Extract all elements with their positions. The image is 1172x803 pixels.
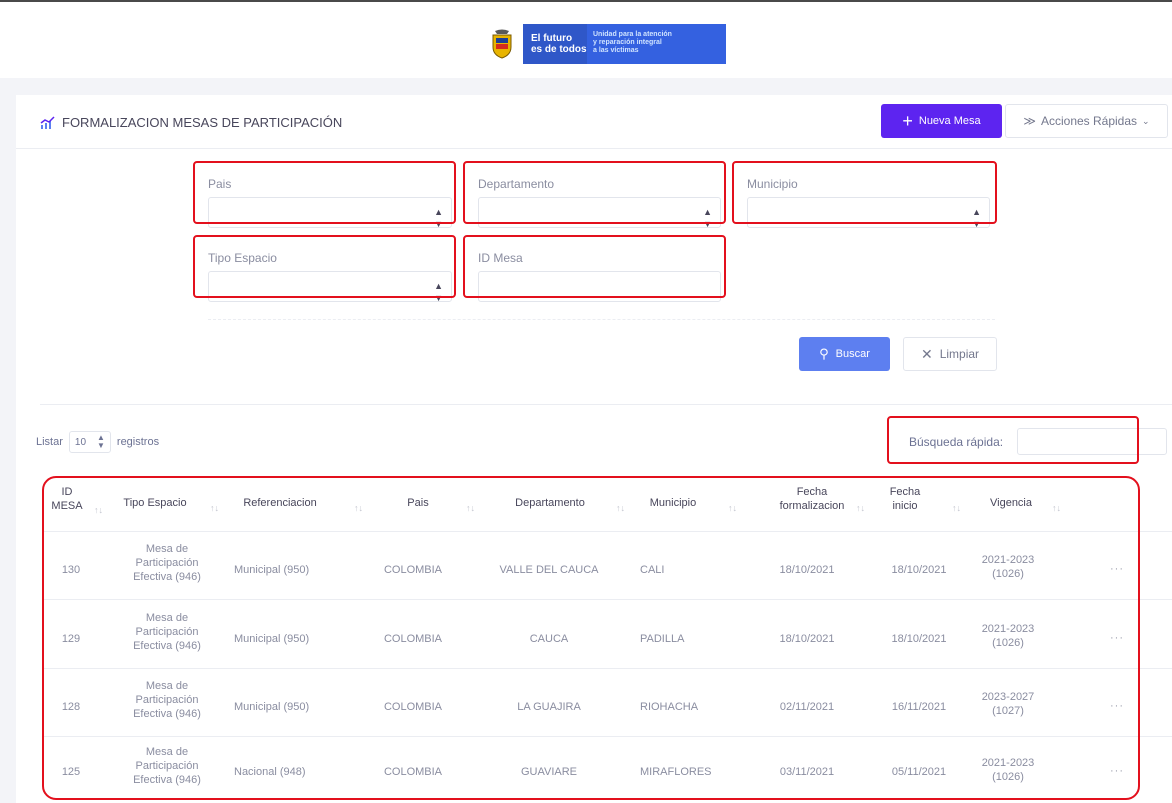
search-button[interactable]: ⚲ Buscar xyxy=(799,337,890,371)
banner-entity-name: Unidad para la atención y reparación int… xyxy=(587,24,726,64)
quick-actions-button[interactable]: ≫ Acciones Rápidas ⌄ xyxy=(1005,104,1168,138)
list-label: Listar xyxy=(36,436,63,448)
search-label: Buscar xyxy=(835,348,870,360)
new-mesa-label: Nueva Mesa xyxy=(918,115,981,127)
clear-button[interactable]: ✕ Limpiar xyxy=(903,337,997,371)
section-divider xyxy=(40,404,1172,405)
coat-of-arms-icon xyxy=(481,24,523,64)
page-title-text: FORMALIZACION MESAS DE PARTICIPACIÓN xyxy=(62,115,343,130)
plus-icon: + xyxy=(902,111,913,131)
municipio-highlight xyxy=(732,161,997,224)
page-title: FORMALIZACION MESAS DE PARTICIPACIÓN xyxy=(40,115,342,130)
tipo-espacio-highlight xyxy=(193,235,456,298)
gov-banner: El futuro es de todos Unidad para la ate… xyxy=(481,24,726,64)
clear-label: Limpiar xyxy=(939,347,980,361)
double-chevron-icon: ≫ xyxy=(1023,114,1036,128)
search-icon: ⚲ xyxy=(819,346,829,361)
chevron-down-icon: ⌄ xyxy=(1142,115,1150,126)
departamento-highlight xyxy=(463,161,726,224)
pais-highlight xyxy=(193,161,456,224)
page-size-select[interactable]: 10 ▲ ▼ xyxy=(68,431,111,453)
new-mesa-button[interactable]: + Nueva Mesa xyxy=(881,104,1002,138)
quick-actions-label: Acciones Rápidas xyxy=(1040,114,1138,128)
id-mesa-highlight xyxy=(463,235,726,298)
top-bar: El futuro es de todos Unidad para la ate… xyxy=(0,0,1172,78)
main-card: FORMALIZACION MESAS DE PARTICIPACIÓN + N… xyxy=(16,95,1172,803)
records-label: registros xyxy=(116,436,160,448)
filters-divider xyxy=(208,319,995,320)
chart-line-icon xyxy=(40,115,55,129)
close-icon: ✕ xyxy=(920,345,933,362)
card-header: FORMALIZACION MESAS DE PARTICIPACIÓN + N… xyxy=(16,95,1172,149)
quick-search-highlight xyxy=(887,416,1139,464)
page-size-control: Listar 10 ▲ ▼ registros xyxy=(36,431,159,453)
select-caret-icon: ▲ ▼ xyxy=(96,433,105,450)
table-highlight xyxy=(42,476,1140,800)
banner-slogan: El futuro es de todos xyxy=(531,33,587,55)
